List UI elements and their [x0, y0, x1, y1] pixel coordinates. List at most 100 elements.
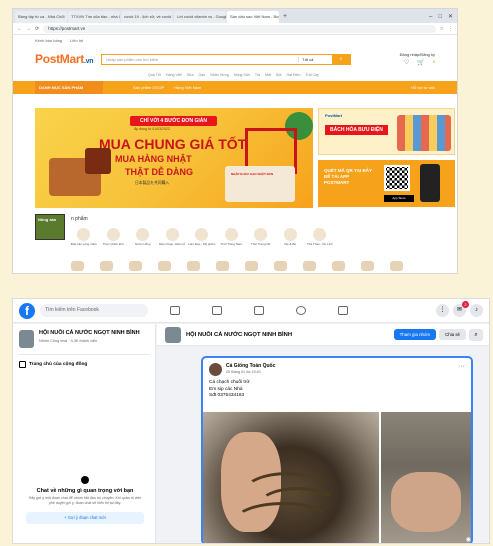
category-icon[interactable]	[129, 261, 142, 271]
group-search-icon[interactable]: ⌕	[469, 328, 483, 341]
back-icon[interactable]: ←	[17, 26, 22, 32]
category-item[interactable]: Thời Trang Nam	[217, 228, 247, 247]
agri-category-thumb[interactable]: Nông sản	[35, 214, 65, 240]
gaming-icon[interactable]	[338, 306, 348, 315]
menu-icon[interactable]: ⋮	[448, 26, 453, 32]
category-icon[interactable]	[187, 261, 200, 271]
home-icon[interactable]	[170, 306, 180, 315]
search-category-select[interactable]: Tất cả	[298, 56, 332, 62]
browser-tab[interactable]: covid 19 - lịch sử, vé covid 19	[121, 11, 173, 23]
facebook-logo-icon[interactable]: f	[19, 302, 35, 319]
category-item[interactable]: Thời Trang Nữ	[246, 228, 276, 247]
category-icon	[313, 228, 327, 241]
banner-ribbon: CHỈ VỚI 4 BƯỚC ĐƠN GIẢN	[130, 116, 217, 126]
browser-tab[interactable]: TTXVN Tìm của bảo - nhà Chổi	[68, 11, 120, 23]
messenger-icon[interactable]: ✉ 2	[453, 301, 469, 317]
category-icon[interactable]	[216, 261, 229, 271]
keyword-link[interactable]: Gạo	[198, 73, 205, 81]
category-icon[interactable]	[274, 261, 287, 271]
banner-area: CHỈ VỚI 4 BƯỚC ĐƠN GIẢN Áp dụng từ 01/03…	[35, 108, 455, 208]
post-author[interactable]: Cá Giống Toàn Quốc	[226, 363, 275, 369]
video-icon[interactable]	[212, 306, 222, 315]
keyword-link[interactable]: Nhãn Hưng	[210, 73, 229, 81]
category-item[interactable]: Thể Thao - Du Lịch	[305, 228, 335, 247]
minimize-icon[interactable]: –	[429, 11, 432, 23]
search-button[interactable]: ⌕	[332, 54, 351, 64]
maximize-icon[interactable]: □	[438, 11, 442, 23]
category-icon[interactable]	[303, 261, 316, 271]
browser-tab-active[interactable]: Sàn dấu sao Việt Nam - Buy it	[227, 11, 279, 23]
post-header: Cá Giống Toàn Quốc 25 tháng 01 lúc 19:40…	[203, 358, 471, 378]
facebook-search-input[interactable]: Tìm kiếm trên Facebook	[40, 304, 148, 317]
category-item[interactable]: Làm Đẹp - Mỹ phẩm	[187, 228, 217, 247]
wishlist-icon[interactable]: ♡	[404, 59, 409, 66]
category-item[interactable]: Điện thoại - Điện tử	[158, 228, 188, 247]
seller-channel-link[interactable]: Kênh bán hàng	[35, 38, 62, 43]
chat-suggestion-panel: Chat về những gì quan trọng với bạn Hãy …	[21, 476, 149, 524]
url-field[interactable]: https://postmart.vn	[43, 24, 436, 33]
keyword-link[interactable]: Trái Cây	[305, 73, 318, 81]
keyword-link[interactable]: Hàng Việt	[166, 73, 182, 81]
main-promo-banner[interactable]: CHỈ VỚI 4 BƯỚC ĐƠN GIẢN Áp dụng từ 01/03…	[35, 108, 313, 208]
keyword-link[interactable]: Sữa	[187, 73, 194, 81]
community-home-link[interactable]: Trang chủ của cộng đồng	[13, 357, 155, 372]
category-icon[interactable]	[332, 261, 345, 271]
notifications-bell-icon[interactable]: ♪	[470, 304, 483, 317]
keyword-link[interactable]: Bột	[276, 73, 281, 81]
category-icon[interactable]	[158, 261, 171, 271]
category-item[interactable]: Nước Uống	[128, 228, 158, 247]
keyword-link[interactable]: Trà	[255, 73, 260, 81]
category-item[interactable]: Thực phẩm khô	[99, 228, 129, 247]
contact-link[interactable]: Liên hệ	[70, 38, 83, 43]
keyword-link[interactable]: Mật	[265, 73, 271, 81]
hand-graphic	[391, 472, 461, 532]
avatar[interactable]	[209, 363, 222, 376]
forward-icon[interactable]: →	[26, 26, 31, 32]
keyword-link[interactable]: Quà Tết	[148, 73, 161, 81]
nav-link-vietnam[interactable]: Hàng Việt Nam	[174, 85, 201, 90]
group-name[interactable]: HỘI NUÔI CÁ NƯỚC NGỌT NINH BÌNH	[39, 330, 149, 337]
search-input[interactable]: Nhập sản phẩm cần tìm kiếm	[102, 57, 298, 62]
star-icon[interactable]: ☆	[440, 26, 444, 32]
category-icon	[106, 228, 120, 241]
menu-grid-icon[interactable]: ⋮	[436, 304, 449, 317]
login-link[interactable]: Đăng nhập/Đăng ký	[400, 52, 435, 57]
keyword-link[interactable]: Nông Sản	[234, 73, 250, 81]
category-icon[interactable]	[390, 261, 403, 271]
support-link[interactable]: Hỗ trợ tư vấn	[411, 85, 435, 90]
category-item[interactable]: Đặc sản vùng miền	[69, 228, 99, 247]
group-header-title[interactable]: HỘI NUÔI CÁ NƯỚC NGỌT NINH BÌNH	[186, 332, 292, 338]
new-tab-icon[interactable]: +	[280, 11, 290, 23]
app-store-badge[interactable]: App Store	[384, 195, 414, 202]
browser-tab[interactable]: Bảng tập từ ca - Nhà Chổi	[15, 11, 67, 23]
eel-photo-hand[interactable]	[203, 412, 379, 543]
nav-link-ocop[interactable]: Sản phẩm OCOP	[133, 85, 164, 90]
postmart-logo[interactable]: PostMart.vn	[35, 52, 93, 66]
cart-icon[interactable]: 🛒	[417, 59, 424, 66]
keyword-link[interactable]: Hạt Điều	[287, 73, 301, 81]
group-header-thumbnail[interactable]	[165, 326, 181, 343]
close-icon[interactable]: ✕	[448, 11, 453, 23]
side-banner-grocery[interactable]: PostMart BÁCH HÓA BƯU ĐIỆN	[318, 108, 455, 155]
marketplace-icon[interactable]	[254, 306, 264, 315]
window-controls: – □ ✕	[429, 11, 457, 23]
banner-title: MUA CHUNG GIÁ TỐT	[99, 136, 247, 152]
post-text: Cá chạch chuối trữ Em sip các Nhà Sđt 03…	[203, 378, 471, 402]
groups-icon[interactable]	[296, 306, 306, 315]
category-icon[interactable]	[71, 261, 84, 271]
category-icon[interactable]	[361, 261, 374, 271]
category-menu-button[interactable]: DANH MỤC SẢN PHẨM	[35, 81, 103, 94]
eel-photo-closeup[interactable]: ◉	[381, 412, 471, 543]
browser-tab[interactable]: Lời covid vitamin vs - Google	[174, 11, 226, 23]
category-icon[interactable]	[100, 261, 113, 271]
reload-icon[interactable]: ⟳	[35, 26, 39, 32]
share-button[interactable]: Chia sẻ	[439, 329, 466, 340]
category-item[interactable]: Mẹ & Bé	[276, 228, 306, 247]
category-icon[interactable]	[245, 261, 258, 271]
join-group-button[interactable]: Tham gia nhóm	[393, 329, 437, 340]
post-timestamp[interactable]: 25 tháng 01 lúc 19:40	[226, 370, 275, 374]
side-banner-app[interactable]: QUÉT MÃ QR TẠI ĐÂY ĐỂ TẢI APP POSTMART A…	[318, 160, 455, 207]
group-thumbnail[interactable]	[19, 330, 34, 348]
post-options-icon[interactable]: ···	[458, 363, 465, 376]
suggest-chat-button[interactable]: + Gợi ý đoạn chat mới	[26, 512, 144, 524]
